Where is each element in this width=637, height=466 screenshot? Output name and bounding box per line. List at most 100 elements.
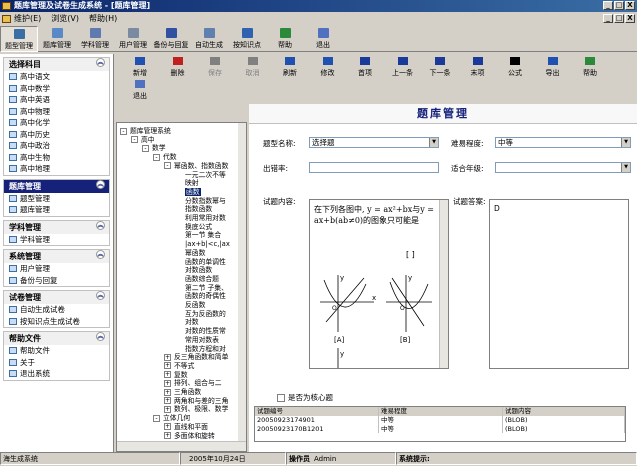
sidebar-item[interactable]: 高中地理 xyxy=(4,163,109,175)
toolbar-button-0[interactable]: 题型管理 xyxy=(0,26,38,52)
tree-node[interactable]: 函数综合题 xyxy=(185,275,219,283)
tree-expander[interactable]: - xyxy=(153,153,160,161)
child-minimize-button[interactable]: _ xyxy=(603,14,613,23)
collapse-icon[interactable]: ︽ xyxy=(96,291,105,300)
tree-node[interactable]: 多面体和旋转 xyxy=(174,432,215,440)
menu-maintain[interactable]: 维护(E) xyxy=(14,12,41,26)
tree-node[interactable]: 数列、极限、数学 xyxy=(174,405,228,413)
knowledge-tree[interactable]: - 题库管理系统 - 高中 - 数学 - 代数 - 幂函数、指数函数 一元二次不等 映射 函数 分数指数幂… xyxy=(116,122,247,452)
tree-node[interactable]: 三角函数 xyxy=(174,388,201,396)
menu-view[interactable]: 浏览(V) xyxy=(51,12,79,26)
tree-node[interactable]: 反函数 xyxy=(185,301,205,309)
record-button-11[interactable]: 导出 xyxy=(535,57,571,79)
tree-node[interactable]: 立体几何 xyxy=(163,414,190,422)
record-button-13[interactable]: 退出 xyxy=(122,80,158,102)
tree-node[interactable]: |ax+b|<c,|ax xyxy=(185,240,230,248)
tree-expander[interactable]: - xyxy=(142,144,149,152)
core-question-checkbox[interactable] xyxy=(277,393,285,402)
sidebar-item[interactable]: 题型管理 xyxy=(4,192,109,204)
sidebar-item[interactable]: 按知识点生成试卷 xyxy=(4,315,109,327)
child-maximize-button[interactable]: □ xyxy=(614,14,624,23)
difficulty-select[interactable]: 中等 ▼ xyxy=(495,137,631,148)
collapse-icon[interactable]: ︽ xyxy=(96,250,105,259)
collapse-icon[interactable]: ︽ xyxy=(96,332,105,341)
sidebar-item[interactable]: 用户管理 xyxy=(4,263,109,275)
sidebar-item[interactable]: 高中历史 xyxy=(4,128,109,140)
tree-expander[interactable]: - xyxy=(153,414,160,422)
sidebar-group-header[interactable]: 试卷管理 ︽ xyxy=(4,291,109,304)
record-button-8[interactable]: 下一条 xyxy=(422,57,458,79)
tree-node[interactable]: 函数的奇偶性 xyxy=(185,292,226,300)
tree-node[interactable]: 分数指数幂与 xyxy=(185,197,226,205)
collapse-icon[interactable]: ︽ xyxy=(96,179,105,189)
grade-select[interactable]: ▼ xyxy=(495,162,631,173)
sidebar-group-header[interactable]: 帮助文件 ︽ xyxy=(4,332,109,345)
sidebar-group-header[interactable]: 选择科目 ︽ xyxy=(4,58,109,71)
record-button-5[interactable]: 修改 xyxy=(310,57,346,79)
tree-expander[interactable]: + xyxy=(164,397,171,405)
sidebar-group-header[interactable]: 学科管理 ︽ xyxy=(4,220,109,234)
sidebar-item[interactable]: 备份与回复 xyxy=(4,274,109,286)
tree-horizontal-scrollbar[interactable] xyxy=(117,441,246,451)
error-rate-input[interactable] xyxy=(309,162,439,173)
maximize-button[interactable]: □ xyxy=(614,1,624,10)
tree-node[interactable]: 高中 xyxy=(141,136,155,144)
question-content-box[interactable]: 在下列各图中, y = ax²+bx与y = ax+b(ab≠0)的图象只可能是… xyxy=(309,199,449,369)
tree-node[interactable]: 第二节 子集、 xyxy=(185,284,228,292)
toolbar-button-6[interactable]: 按知识点 xyxy=(228,26,266,52)
record-button-6[interactable]: 首项 xyxy=(347,57,383,79)
child-close-button[interactable]: X xyxy=(625,14,635,23)
tree-node[interactable]: 换底公式 xyxy=(185,223,212,231)
collapse-icon[interactable]: ︽ xyxy=(96,220,105,230)
record-button-10[interactable]: 公式 xyxy=(497,57,533,79)
toolbar-button-1[interactable]: 题库管理 xyxy=(38,26,76,52)
chevron-down-icon[interactable]: ▼ xyxy=(429,138,438,147)
tree-node[interactable]: 对数函数 xyxy=(185,266,212,274)
tree-node[interactable]: 数学 xyxy=(152,144,166,152)
tree-expander[interactable]: + xyxy=(164,423,171,431)
sidebar-item[interactable]: 高中英语 xyxy=(4,94,109,106)
chevron-down-icon[interactable]: ▼ xyxy=(621,163,630,172)
tree-node[interactable]: 对数 xyxy=(185,318,199,326)
sidebar-item[interactable]: 帮助文件 xyxy=(4,345,109,357)
sidebar-item[interactable]: 关于 xyxy=(4,356,109,368)
core-question-checkbox-row[interactable]: 是否为核心题 xyxy=(277,392,333,403)
tree-node[interactable]: 幂函数 xyxy=(185,249,205,257)
tree-expander[interactable]: + xyxy=(164,405,171,413)
toolbar-button-5[interactable]: 自动生成 xyxy=(190,26,228,52)
sidebar-item[interactable]: 学科管理 xyxy=(4,233,109,245)
sidebar-group-header[interactable]: 系统管理 ︽ xyxy=(4,250,109,263)
collapse-icon[interactable]: ︽ xyxy=(96,58,105,67)
tree-expander[interactable]: - xyxy=(164,162,171,170)
tree-node[interactable]: 指数方程和对 xyxy=(185,345,226,353)
tree-node[interactable]: 函数 xyxy=(185,187,201,196)
sidebar-item[interactable]: 题库管理 xyxy=(4,204,109,216)
tree-node[interactable]: 第一节 集合 xyxy=(185,231,221,239)
answer-content-box[interactable]: D xyxy=(489,199,629,369)
tree-expander[interactable]: + xyxy=(164,362,171,370)
tree-node[interactable]: 指数函数 xyxy=(185,205,212,213)
tree-node[interactable]: 直线和平面 xyxy=(174,423,208,431)
record-button-12[interactable]: 帮助 xyxy=(572,57,608,79)
sidebar-item[interactable]: 高中数学 xyxy=(4,82,109,94)
tree-expander[interactable]: + xyxy=(164,388,171,396)
sidebar-item[interactable]: 自动生成试卷 xyxy=(4,304,109,316)
menu-help[interactable]: 帮助(H) xyxy=(89,12,117,26)
sidebar-item[interactable]: 高中化学 xyxy=(4,117,109,129)
close-button[interactable]: X xyxy=(625,1,635,10)
type-select[interactable]: 选择题 ▼ xyxy=(309,137,439,148)
tree-node[interactable]: 反三角函数和简单 xyxy=(174,353,228,361)
record-button-1[interactable]: 删除 xyxy=(160,57,196,79)
table-row[interactable]: 20050923174901 中等 (BLOB) xyxy=(255,416,625,425)
tree-expander[interactable]: + xyxy=(164,353,171,361)
tree-expander[interactable]: + xyxy=(164,371,171,379)
tree-expander[interactable]: - xyxy=(120,127,127,135)
tree-node[interactable]: 函数的单调性 xyxy=(185,258,226,266)
chevron-down-icon[interactable]: ▼ xyxy=(621,138,630,147)
tree-node[interactable]: 互为反函数的 xyxy=(185,310,226,318)
toolbar-button-2[interactable]: 学科管理 xyxy=(76,26,114,52)
tree-node[interactable]: 复数 xyxy=(174,371,188,379)
question-grid[interactable]: 试题编号 难易程度 试题内容 20050923174901 中等 (BLOB) 200509… xyxy=(254,406,626,442)
record-button-0[interactable]: 新增 xyxy=(122,57,158,79)
record-button-2[interactable]: 保存 xyxy=(197,57,233,79)
